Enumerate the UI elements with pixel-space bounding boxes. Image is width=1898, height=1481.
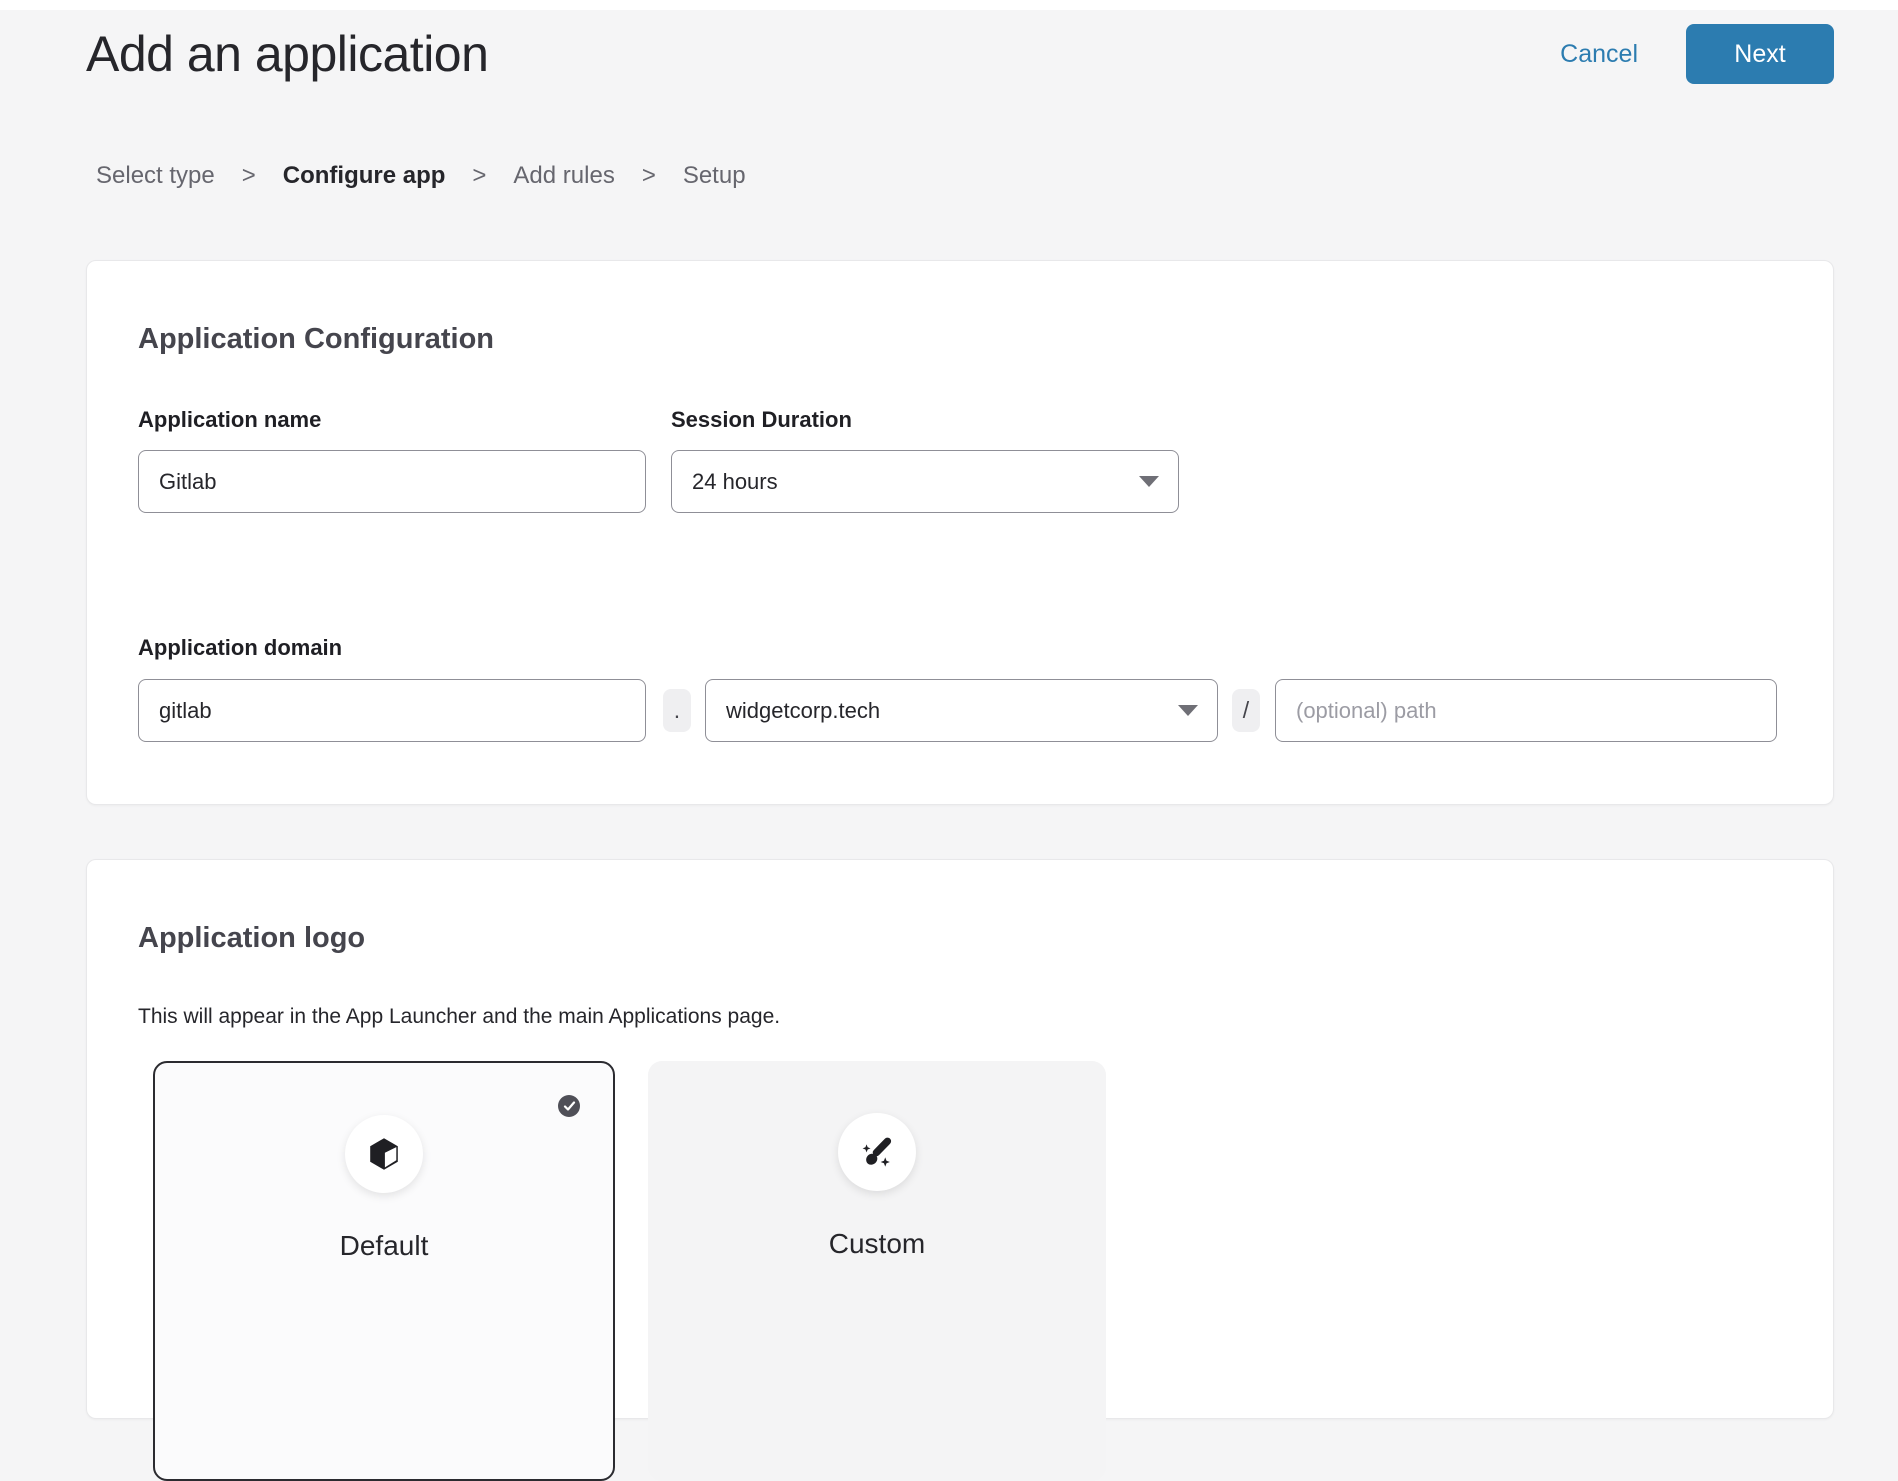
configuration-heading: Application Configuration <box>138 319 1777 359</box>
breadcrumb: Select type > Configure app > Add rules … <box>96 162 1898 190</box>
session-duration-label: Session Duration <box>671 407 1179 433</box>
default-logo-circle <box>345 1115 423 1193</box>
name-session-row: Application name Session Duration 24 hou… <box>138 407 1777 513</box>
application-name-input[interactable] <box>138 450 646 513</box>
paintbrush-icon <box>858 1133 896 1171</box>
application-logo-card: Application logo This will appear in the… <box>86 859 1834 1419</box>
session-duration-select[interactable]: 24 hours <box>671 450 1179 513</box>
top-white-strip <box>0 0 1898 10</box>
check-icon <box>563 1101 576 1112</box>
path-input[interactable] <box>1275 679 1777 742</box>
cube-icon <box>366 1136 402 1172</box>
domain-select-value: widgetcorp.tech <box>726 698 880 724</box>
chevron-down-icon <box>1138 475 1160 488</box>
custom-logo-circle <box>838 1113 916 1191</box>
subdomain-input[interactable] <box>138 679 646 742</box>
logo-option-tiles: Default Custom <box>153 1061 1777 1481</box>
breadcrumb-step-configure-app[interactable]: Configure app <box>283 162 446 190</box>
page-title: Add an application <box>86 25 488 83</box>
logo-option-default[interactable]: Default <box>153 1061 615 1481</box>
application-domain-label: Application domain <box>138 635 1777 661</box>
session-duration-field-group: Session Duration 24 hours <box>671 407 1179 513</box>
session-duration-value: 24 hours <box>692 469 778 495</box>
breadcrumb-step-add-rules[interactable]: Add rules <box>513 162 614 190</box>
custom-tile-label: Custom <box>829 1227 925 1261</box>
breadcrumb-separator: > <box>642 162 656 190</box>
breadcrumb-separator: > <box>242 162 256 190</box>
logo-option-custom[interactable]: Custom <box>648 1061 1106 1481</box>
logo-heading: Application logo <box>138 918 1777 958</box>
chevron-down-icon <box>1177 704 1199 717</box>
breadcrumb-step-setup[interactable]: Setup <box>683 162 746 190</box>
domain-select[interactable]: widgetcorp.tech <box>705 679 1218 742</box>
next-button[interactable]: Next <box>1686 24 1834 84</box>
logo-description: This will appear in the App Launcher and… <box>138 1004 1777 1030</box>
application-domain-row: . widgetcorp.tech / <box>138 679 1777 742</box>
breadcrumb-step-select-type[interactable]: Select type <box>96 162 215 190</box>
default-tile-label: Default <box>340 1229 429 1263</box>
cancel-button[interactable]: Cancel <box>1560 40 1638 69</box>
page-header: Add an application Cancel Next <box>0 10 1898 84</box>
domain-dot-separator: . <box>663 689 691 732</box>
application-name-field-group: Application name <box>138 407 646 513</box>
breadcrumb-separator: > <box>472 162 486 190</box>
domain-slash-separator: / <box>1232 689 1260 732</box>
header-actions: Cancel Next <box>1560 24 1834 84</box>
application-name-label: Application name <box>138 407 646 433</box>
selected-check-badge <box>558 1095 580 1117</box>
application-configuration-card: Application Configuration Application na… <box>86 260 1834 805</box>
